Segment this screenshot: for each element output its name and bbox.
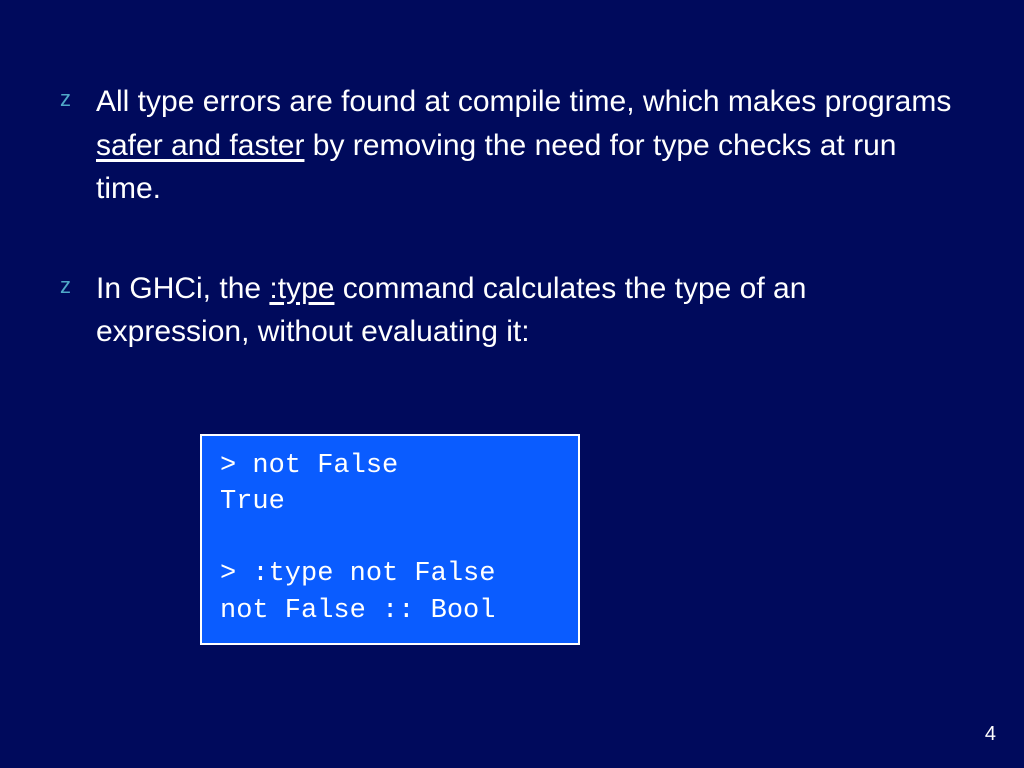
code-line: not False :: Bool [220,593,560,629]
bullet-item: z In GHCi, the :type command calculates … [60,267,964,354]
code-line: True [220,484,560,520]
bullet-marker: z [60,86,78,112]
code-line: > not False [220,448,560,484]
bullet-text: In GHCi, the :type command calculates th… [96,267,964,354]
bullet-marker: z [60,273,78,299]
slide-content: z All type errors are found at compile t… [0,0,1024,645]
page-number: 4 [985,723,996,746]
code-line: > :type not False [220,556,560,592]
bullet-item: z All type errors are found at compile t… [60,80,964,211]
bullet-text: All type errors are found at compile tim… [96,80,964,211]
code-box: > not FalseTrue > :type not Falsenot Fals… [200,434,580,646]
